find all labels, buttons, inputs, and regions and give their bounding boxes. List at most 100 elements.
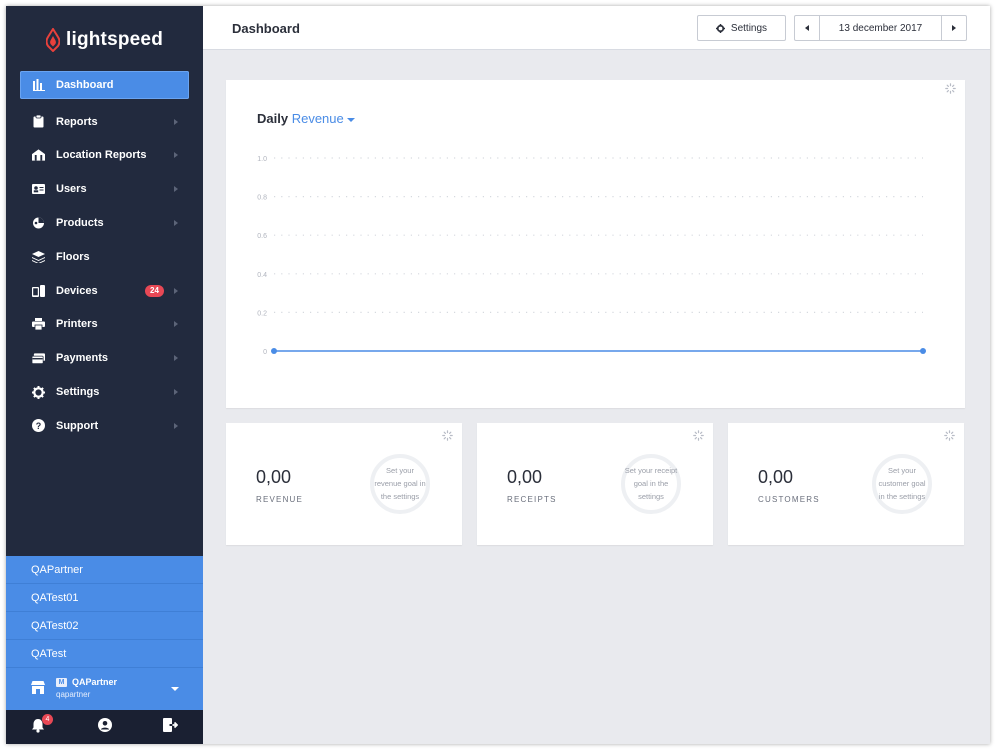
chevron-right-icon xyxy=(174,220,178,227)
stat-value: 0,00 xyxy=(507,467,543,487)
notifications-count-badge: 4 xyxy=(42,714,53,725)
goal-settings-hint[interactable]: Set your receipt goal in the settings xyxy=(613,464,689,503)
data-point[interactable] xyxy=(920,348,926,354)
sidebar-item-label: Dashboard xyxy=(56,79,114,91)
goal-settings-hint[interactable]: Set your revenue goal in the settings xyxy=(362,464,438,503)
chevron-right-icon xyxy=(174,186,178,193)
sidebar-item-support[interactable]: ? Support xyxy=(6,409,203,443)
store-icon xyxy=(31,681,45,694)
revenue-stat-card: 0,00 REVENUE Set your revenue goal in th… xyxy=(226,423,462,545)
sidebar-item-label: Floors xyxy=(56,250,90,263)
sidebar-item-location-reports[interactable]: Location Reports xyxy=(6,139,203,173)
sidebar-item-label: Users xyxy=(56,183,87,196)
printer-icon xyxy=(32,318,45,331)
sidebar-item-users[interactable]: Users xyxy=(6,172,203,206)
stat-label: REVENUE xyxy=(256,495,304,504)
daily-revenue-card: Daily Revenue 0 0.2 0.4 0.6 0.8 1.0 xyxy=(226,80,965,408)
user-circle-icon xyxy=(98,718,112,732)
sidebar-item-dashboard[interactable]: Dashboard xyxy=(20,71,189,99)
settings-button[interactable]: Settings xyxy=(697,15,786,41)
sidebar-bottom-bar: 4 xyxy=(6,710,203,744)
sidebar-item-label: Payments xyxy=(56,352,108,365)
logo-text: lightspeed xyxy=(65,29,163,50)
goal-hint-line: goal in the xyxy=(633,479,669,488)
goal-hint-line: the settings xyxy=(380,492,420,501)
goal-hint-line: Set your receipt xyxy=(624,466,678,475)
sidebar-item-printers[interactable]: Printers xyxy=(6,308,203,342)
chevron-right-icon xyxy=(174,321,178,328)
stat-value: 0,00 xyxy=(758,467,794,487)
revenue-line-chart: 0 0.2 0.4 0.6 0.8 1.0 xyxy=(257,156,926,356)
goal-hint-line: settings xyxy=(638,492,664,501)
lightspeed-flame-icon xyxy=(45,28,60,52)
credit-card-icon xyxy=(32,352,45,365)
top-header: Dashboard Settings 13 december 2017 xyxy=(203,6,990,50)
page-title: Dashboard xyxy=(232,21,300,36)
notifications-button[interactable]: 4 xyxy=(31,714,53,736)
products-icon xyxy=(32,217,45,230)
sidebar-item-devices[interactable]: Devices 24 xyxy=(6,274,203,308)
sidebar-item-label: Devices xyxy=(56,284,98,297)
account-item[interactable]: QATest02 xyxy=(6,612,203,640)
logout-icon xyxy=(163,718,179,732)
chevron-right-icon xyxy=(952,25,956,31)
sidebar-item-reports[interactable]: Reports xyxy=(6,105,203,139)
stat-value: 0,00 xyxy=(256,467,292,487)
current-account-selector[interactable]: M QAPartner qapartner xyxy=(6,668,203,711)
svg-text:?: ? xyxy=(36,421,42,431)
sidebar-item-label: Printers xyxy=(56,318,98,331)
previous-date-button[interactable] xyxy=(795,16,820,40)
chevron-right-icon xyxy=(174,389,178,396)
sidebar-item-label: Products xyxy=(56,217,104,230)
devices-icon xyxy=(32,284,45,297)
account-item[interactable]: QATest xyxy=(6,640,203,668)
account-switcher: QAPartner QATest01 QATest02 QATest M QAP… xyxy=(6,556,203,711)
y-tick-label: 1.0 xyxy=(257,156,267,163)
logout-button[interactable] xyxy=(163,718,181,736)
account-item[interactable]: QATest01 xyxy=(6,584,203,612)
logo[interactable]: lightspeed xyxy=(6,24,203,56)
id-card-icon xyxy=(32,183,45,196)
goal-hint-line: revenue goal in xyxy=(374,479,426,488)
gear-icon xyxy=(715,23,725,33)
chevron-left-icon xyxy=(805,25,809,31)
chevron-right-icon xyxy=(174,118,178,125)
date-picker: 13 december 2017 xyxy=(794,15,967,41)
stat-label: RECEIPTS xyxy=(507,495,557,504)
loading-spinner-icon xyxy=(442,430,453,441)
devices-count-badge: 24 xyxy=(145,284,164,297)
settings-button-label: Settings xyxy=(730,22,768,34)
chevron-right-icon xyxy=(174,422,178,429)
chevron-right-icon xyxy=(174,287,178,294)
current-account-name: QAPartner xyxy=(72,677,118,687)
sidebar-item-floors[interactable]: Floors xyxy=(6,240,203,274)
sidebar-item-products[interactable]: Products xyxy=(6,206,203,240)
bar-chart-icon xyxy=(32,79,45,92)
sidebar-item-payments[interactable]: Payments xyxy=(6,341,203,375)
goal-hint-line: customer goal xyxy=(878,479,926,488)
next-date-button[interactable] xyxy=(941,16,966,40)
goal-hint-line: in the settings xyxy=(878,492,926,501)
loading-spinner-icon xyxy=(693,430,704,441)
stat-label: CUSTOMERS xyxy=(758,495,820,504)
account-item[interactable]: QAPartner xyxy=(6,556,203,584)
y-tick-label: 0.8 xyxy=(257,195,267,202)
current-account-username: qapartner xyxy=(56,690,91,699)
y-tick-label: 0 xyxy=(263,349,267,356)
building-icon xyxy=(32,149,45,162)
account-type-badge: M xyxy=(56,678,67,687)
sidebar-item-settings[interactable]: Settings xyxy=(6,375,203,409)
chevron-right-icon xyxy=(174,152,178,159)
receipts-stat-card: 0,00 RECEIPTS Set your receipt goal in t… xyxy=(477,423,713,545)
goal-settings-hint[interactable]: Set your customer goal in the settings xyxy=(864,464,940,503)
chevron-right-icon xyxy=(174,355,178,362)
y-tick-label: 0.6 xyxy=(257,233,267,240)
goal-hint-line: Set your xyxy=(888,466,916,475)
app-window: lightspeed Dashboard Reports Location Re… xyxy=(6,6,990,744)
current-date[interactable]: 13 december 2017 xyxy=(820,16,941,40)
profile-button[interactable] xyxy=(98,718,116,736)
sidebar-item-label: Settings xyxy=(56,386,100,399)
layers-icon xyxy=(32,250,45,263)
data-point[interactable] xyxy=(271,348,277,354)
goal-hint-line: Set your xyxy=(386,466,414,475)
